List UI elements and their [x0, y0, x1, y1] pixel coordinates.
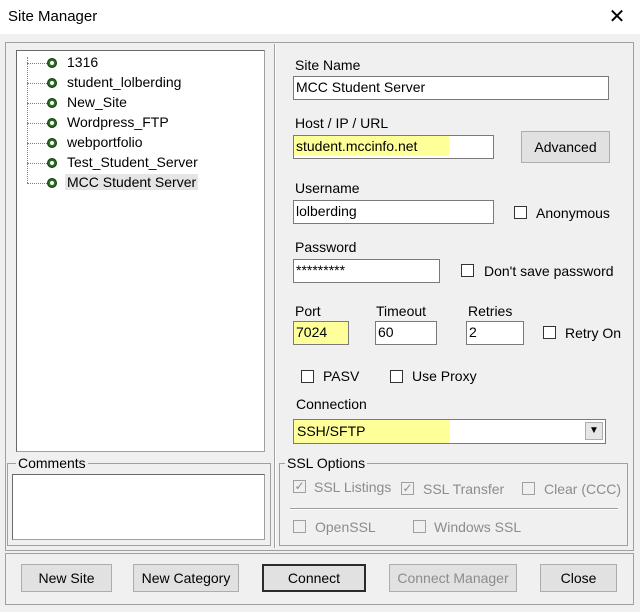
anonymous-checkbox[interactable] — [514, 206, 527, 219]
port-input[interactable]: 7024 — [293, 321, 349, 345]
site-node-icon — [47, 78, 57, 88]
ssl-listings-checkbox[interactable]: ✓ — [293, 480, 306, 493]
anonymous-label: Anonymous — [536, 205, 610, 221]
tree-branch — [27, 143, 47, 144]
windows-ssl-checkbox[interactable] — [413, 520, 426, 533]
tree-branch — [27, 83, 47, 84]
tree-branch — [27, 183, 47, 184]
ssl-listings-label: SSL Listings — [314, 479, 392, 495]
use-proxy-label: Use Proxy — [412, 368, 477, 384]
retries-label: Retries — [468, 303, 513, 319]
username-input[interactable]: lolberding — [293, 200, 494, 224]
timeout-input[interactable]: 60 — [375, 321, 437, 345]
ssl-options-label: SSL Options — [285, 455, 368, 471]
clear-ccc-label: Clear (CCC) — [544, 481, 621, 497]
site-tree[interactable]: 1316 student_lolberding New_Site Wordpre… — [16, 50, 265, 452]
port-label: Port — [295, 303, 321, 319]
site-name-label: Site Name — [295, 57, 361, 73]
connect-button[interactable]: Connect — [262, 564, 366, 592]
host-value: student.mccinfo.net — [294, 136, 449, 156]
tree-item-label: student_lolberding — [67, 74, 182, 90]
clear-ccc-checkbox[interactable] — [522, 482, 535, 495]
comments-textarea[interactable] — [12, 474, 265, 540]
connect-manager-button[interactable]: Connect Manager — [389, 564, 517, 592]
host-label: Host / IP / URL — [295, 115, 389, 131]
password-input[interactable]: ********* — [293, 259, 440, 283]
tree-branch — [27, 103, 47, 104]
retries-input[interactable]: 2 — [466, 321, 524, 345]
new-site-button[interactable]: New Site — [21, 564, 112, 592]
close-icon[interactable]: ✕ — [604, 4, 630, 30]
connection-label: Connection — [296, 396, 367, 412]
username-label: Username — [295, 180, 360, 196]
site-node-icon — [47, 118, 57, 128]
tree-branch — [27, 163, 47, 164]
new-category-button[interactable]: New Category — [133, 564, 239, 592]
vertical-separator — [274, 44, 276, 548]
close-button[interactable]: Close — [540, 564, 617, 592]
connection-select[interactable]: SSH/SFTP ▼ — [293, 419, 606, 444]
tree-item-test-student-server[interactable]: Test_Student_Server — [17, 154, 227, 172]
tree-item-wordpress-ftp[interactable]: Wordpress_FTP — [17, 114, 197, 132]
site-name-input[interactable]: MCC Student Server — [293, 76, 609, 100]
tree-item-label: webportfolio — [67, 134, 143, 150]
windows-ssl-label: Windows SSL — [434, 519, 522, 535]
tree-item-label: Wordpress_FTP — [67, 114, 169, 130]
pasv-label: PASV — [323, 368, 360, 384]
tree-item-label: MCC Student Server — [65, 174, 199, 190]
tree-item-webportfolio[interactable]: webportfolio — [17, 134, 177, 152]
pasv-checkbox[interactable] — [301, 370, 314, 383]
tree-item-label: Test_Student_Server — [67, 154, 198, 170]
host-input[interactable]: student.mccinfo.net — [293, 135, 494, 159]
tree-item-student-lolberding[interactable]: student_lolberding — [17, 74, 217, 92]
site-node-icon — [47, 98, 57, 108]
site-node-icon — [47, 158, 57, 168]
connection-value: SSH/SFTP — [297, 423, 366, 439]
password-label: Password — [295, 239, 357, 255]
ssl-transfer-label: SSL Transfer — [423, 481, 505, 497]
ssl-transfer-checkbox[interactable]: ✓ — [401, 482, 414, 495]
tree-item-label: New_Site — [67, 94, 127, 110]
retry-on-label: Retry On — [565, 325, 622, 341]
advanced-button[interactable]: Advanced — [521, 131, 610, 163]
chevron-down-icon[interactable]: ▼ — [585, 422, 603, 440]
openssl-label: OpenSSL — [315, 519, 376, 535]
timeout-label: Timeout — [376, 303, 427, 319]
ssl-separator — [290, 508, 618, 510]
tree-branch — [27, 63, 47, 64]
site-node-icon — [47, 178, 57, 188]
site-node-icon — [47, 58, 57, 68]
window-title: Site Manager — [8, 8, 98, 25]
tree-item-label: 1316 — [67, 54, 99, 70]
use-proxy-checkbox[interactable] — [390, 370, 403, 383]
dont-save-password-label: Don't save password — [484, 263, 614, 279]
retry-on-checkbox[interactable] — [543, 326, 556, 339]
tree-item-1316[interactable]: 1316 — [17, 54, 127, 72]
tree-branch — [27, 123, 47, 124]
tree-item-new-site[interactable]: New_Site — [17, 94, 167, 112]
comments-label: Comments — [16, 455, 88, 471]
dont-save-password-checkbox[interactable] — [461, 264, 474, 277]
site-node-icon — [47, 138, 57, 148]
openssl-checkbox[interactable] — [293, 520, 306, 533]
tree-item-mcc-student-server[interactable]: MCC Student Server — [17, 174, 227, 192]
